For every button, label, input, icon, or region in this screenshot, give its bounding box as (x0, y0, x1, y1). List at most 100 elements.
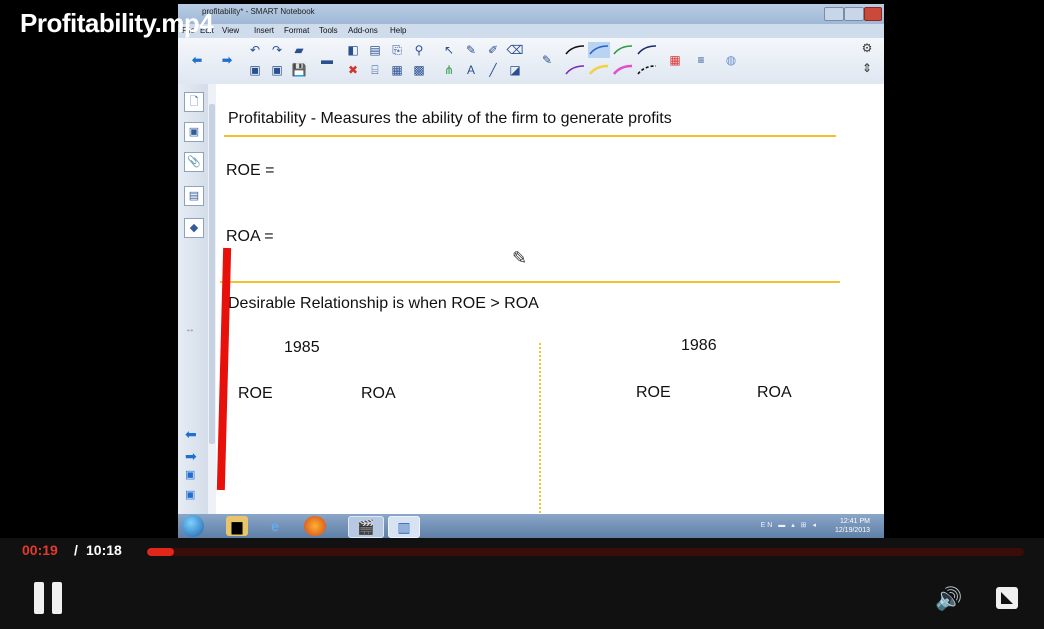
document-camera-icon[interactable]: ▩ (410, 62, 428, 78)
time-total: 10:18 (86, 542, 122, 558)
side-delete-page-icon[interactable]: ▣ (185, 488, 195, 501)
table-icon[interactable]: ▦ (388, 62, 406, 78)
reveal-icon[interactable]: ⌸ (366, 62, 384, 78)
volume-icon[interactable]: 🔊 (935, 586, 965, 612)
year-right-label: 1986 (681, 337, 717, 354)
menu-view[interactable]: View (222, 26, 239, 35)
window-title: profitability* - SMART Notebook (202, 7, 315, 16)
pen-style-navy-icon[interactable] (636, 42, 658, 58)
pen-style-blue-icon[interactable] (588, 42, 610, 58)
roa-formula-label: ROA = (226, 228, 274, 245)
pen-style-yellow-icon[interactable] (588, 62, 610, 78)
firefox-icon[interactable] (304, 516, 326, 536)
menu-insert[interactable]: Insert (254, 26, 274, 35)
pen-style-green-icon[interactable] (612, 42, 634, 58)
creative-pen-icon[interactable]: ✐ (484, 42, 502, 58)
new-page-icon[interactable]: ▣ (246, 62, 264, 78)
window-titlebar: profitability* - SMART Notebook (178, 4, 884, 24)
addons-icon[interactable]: ◆ (184, 218, 204, 238)
eraser-icon[interactable]: ⌫ (506, 42, 524, 58)
line-width-icon[interactable]: ≡ (692, 52, 710, 68)
save-icon[interactable]: 💾 (290, 62, 308, 78)
close-button[interactable] (864, 7, 882, 21)
toolbar-settings-icon[interactable]: ⚙ (858, 40, 876, 56)
pen-icon: ✎ (512, 248, 528, 268)
capture-icon[interactable]: ▤ (366, 42, 384, 58)
maximize-button[interactable] (844, 7, 864, 21)
menu-tools[interactable]: Tools (319, 26, 338, 35)
menu-addons[interactable]: Add-ons (348, 26, 378, 35)
pause-button[interactable] (34, 582, 64, 614)
minimize-button[interactable] (824, 7, 844, 21)
screen-shade-icon[interactable]: ◧ (344, 42, 362, 58)
pen-style-pink-icon[interactable] (612, 62, 634, 78)
paste-icon[interactable]: ⎘ (388, 42, 406, 58)
redo-icon[interactable]: ↷ (268, 42, 286, 58)
clock-date: 12/19/2013 (834, 527, 870, 534)
color-palette-icon[interactable]: ▦ (666, 52, 684, 68)
toolbar-position-icon[interactable]: ⇕ (858, 60, 876, 76)
text-icon[interactable]: A (462, 62, 480, 78)
back-icon[interactable]: ⬅ (188, 52, 206, 68)
magic-pen-icon[interactable]: ⋔ (440, 62, 458, 78)
side-tabs: 🗋 ▣ 📎 ▤ ◆ ↔ ⬅ ➡ ▣ ▣ (178, 84, 209, 514)
column-divider (539, 343, 541, 513)
properties-icon[interactable]: ▤ (184, 186, 204, 206)
roa-right-label: ROA (757, 384, 792, 401)
roe-left-label: ROE (238, 385, 273, 402)
time-current: 00:19 (22, 542, 58, 558)
undo-icon[interactable]: ↶ (246, 42, 264, 58)
menu-help[interactable]: Help (390, 26, 406, 35)
page-sorter-icon[interactable]: 🗋 (184, 92, 204, 112)
smart-notebook-window: profitability* - SMART Notebook File Edi… (178, 4, 884, 538)
start-button[interactable] (182, 515, 204, 537)
attachments-icon[interactable]: 📎 (184, 152, 204, 172)
side-back-icon[interactable]: ⬅ (185, 426, 197, 443)
progress-bar[interactable] (147, 548, 1024, 556)
year-left-label: 1985 (284, 339, 320, 356)
gallery-icon[interactable]: ▣ (184, 122, 204, 142)
pause-icon-bar (52, 582, 62, 614)
media-app-icon[interactable]: 🎬 (348, 516, 384, 538)
pen-style-black-icon[interactable] (564, 42, 586, 58)
transparency-icon[interactable]: ◍ (722, 52, 740, 68)
side-add-page-icon[interactable]: ▣ (185, 468, 195, 481)
smart-notebook-task-icon[interactable]: ▥ (388, 516, 420, 538)
internet-explorer-icon[interactable]: e (264, 516, 286, 536)
heading-underline (224, 135, 836, 137)
screen-icon[interactable]: ▬ (318, 52, 336, 68)
delete-page-icon[interactable]: ▣ (268, 62, 286, 78)
delete-icon[interactable]: ✖ (344, 62, 362, 78)
forward-icon[interactable]: ➡ (218, 52, 236, 68)
pen-type-icon[interactable]: ✎ (538, 52, 556, 68)
menu-format[interactable]: Format (284, 26, 309, 35)
section-divider-line (220, 281, 840, 283)
fill-icon[interactable]: ◪ (506, 62, 524, 78)
zoom-icon[interactable]: ⚲ (410, 42, 428, 58)
roa-left-label: ROA (361, 385, 396, 402)
line-icon[interactable]: ╱ (484, 62, 502, 78)
video-title: Profitability.mp4 (20, 8, 214, 38)
resize-handle-icon[interactable]: ↔ (185, 324, 195, 335)
taskbar-clock[interactable]: 12:41 PM 12/19/2013 (835, 517, 870, 535)
select-icon[interactable]: ↖ (440, 42, 458, 58)
menu-bar: File Edit View Insert Format Tools Add-o… (178, 24, 884, 38)
scroll-thumb[interactable] (209, 104, 215, 444)
progress-fill (147, 548, 175, 556)
explorer-icon[interactable]: ▆ (226, 516, 248, 536)
notebook-page[interactable]: Profitability - Measures the ability of … (216, 84, 884, 514)
pens-icon[interactable]: ✎ (462, 42, 480, 58)
time-separator: / (74, 542, 78, 558)
fullscreen-icon[interactable] (996, 587, 1018, 609)
roe-formula-label: ROE = (226, 162, 275, 179)
clock-time: 12:41 PM (840, 518, 870, 525)
system-tray-icons[interactable]: EN ▬ ▴ ⊞ ◂ (761, 521, 818, 529)
video-player-controls: 00:19 / 10:18 🔊 (0, 538, 1044, 629)
toolbar: ⬅ ➡ ↶ ↷ ▰ ▣ ▣ 💾 ▬ ◧ ▤ ⎘ ⚲ ✖ ⌸ ▦ ▩ ↖ ✎ ✐ … (178, 38, 884, 85)
open-icon[interactable]: ▰ (290, 42, 308, 58)
relationship-text: Desirable Relationship is when ROE > ROA (228, 295, 539, 312)
pen-style-purple-icon[interactable] (564, 62, 586, 78)
roe-right-label: ROE (636, 384, 671, 401)
pen-style-dashed-icon[interactable] (636, 62, 658, 78)
side-forward-icon[interactable]: ➡ (185, 448, 197, 465)
